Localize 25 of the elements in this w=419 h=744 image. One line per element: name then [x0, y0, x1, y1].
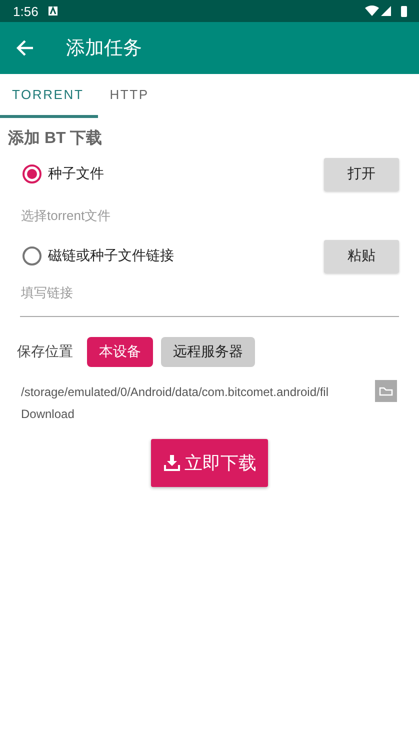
location-option[interactable]: 本设备 — [87, 337, 153, 367]
source-button[interactable]: 粘贴 — [324, 240, 399, 272]
radio-button[interactable] — [22, 246, 42, 266]
download-button[interactable]: 立即下载 — [151, 439, 268, 487]
back-icon[interactable] — [16, 39, 34, 57]
notification-icon — [48, 6, 58, 16]
signal-battery-icon — [365, 5, 409, 17]
path-text: Download — [21, 406, 76, 423]
radio-label: 磁链或种子文件链接 — [48, 247, 175, 265]
folder-icon — [379, 386, 393, 396]
folder-button[interactable] — [375, 380, 397, 402]
source-button[interactable]: 打开 — [324, 158, 399, 190]
path-text: /storage/emulated/0/Android/data/com.bitcomet.android/fil — [21, 384, 330, 401]
download-icon — [162, 454, 180, 472]
hint-text: 选择torrent文件 — [21, 207, 112, 225]
tab[interactable]: HTTP — [98, 74, 163, 118]
window-title: 添加任务 — [66, 37, 142, 61]
status-time: 1:56 — [13, 4, 38, 18]
tab[interactable]: TORRENT — [0, 74, 98, 118]
link-input-field[interactable]: 填写链接 — [20, 281, 399, 317]
radio-label: 种子文件 — [48, 165, 105, 183]
location-option[interactable]: 远程服务器 — [161, 337, 255, 367]
section-title: 添加 BT 下载 — [8, 128, 104, 149]
radio-button[interactable] — [22, 164, 42, 184]
save-location-label: 保存位置 — [17, 343, 73, 361]
